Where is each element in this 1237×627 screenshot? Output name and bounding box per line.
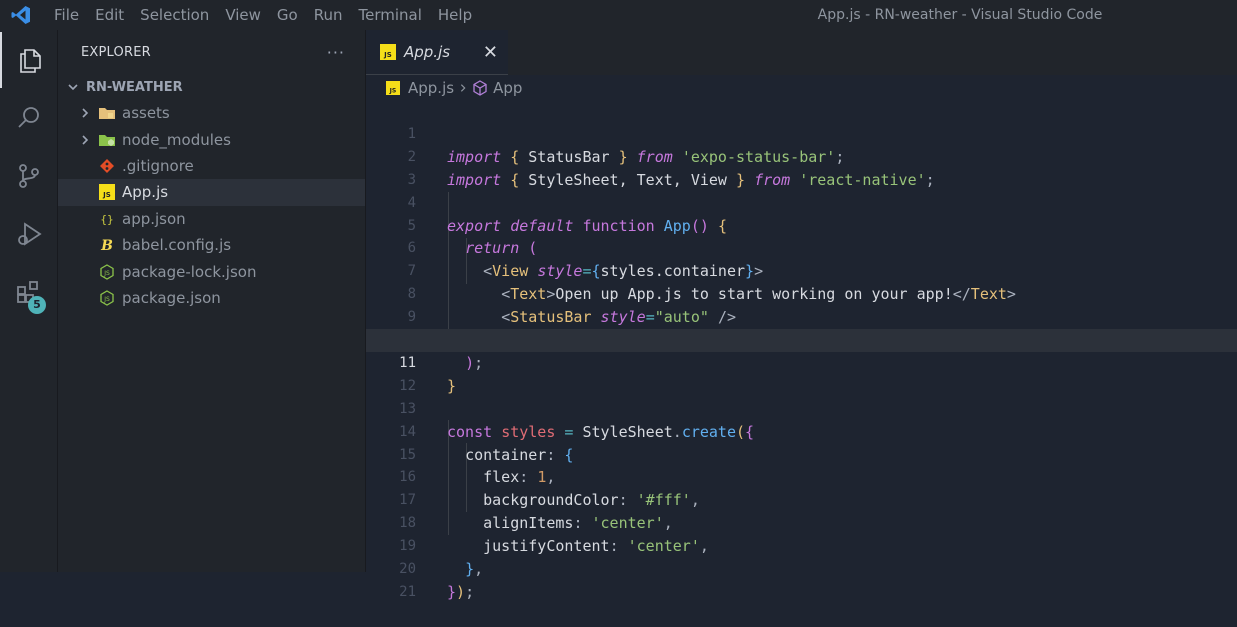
tree-item-babel-config[interactable]: B babel.config.js bbox=[58, 232, 365, 258]
code-line-current: 11 } bbox=[366, 329, 1237, 395]
title-bar: File Edit Selection View Go Run Terminal… bbox=[0, 0, 1237, 30]
tree-item-app-js[interactable]: JS App.js bbox=[58, 179, 365, 206]
code-line: 13 const styles = StyleSheet.create({ bbox=[366, 375, 1237, 441]
code-line: 19 }, bbox=[366, 512, 1237, 578]
tab-label: App.js bbox=[404, 43, 451, 61]
tree-item-label: assets bbox=[122, 104, 170, 123]
menu-go[interactable]: Go bbox=[269, 0, 306, 30]
tab-app-js[interactable]: JS App.js ✕ bbox=[366, 30, 508, 75]
svg-text:JS: JS bbox=[389, 87, 397, 94]
menu-help[interactable]: Help bbox=[430, 0, 480, 30]
tree-item-app-json[interactable]: {} app.json bbox=[58, 206, 365, 232]
window-title: App.js - RN-weather - Visual Studio Code bbox=[817, 7, 1103, 23]
tree-item-label: package.json bbox=[122, 288, 221, 307]
menu-edit[interactable]: Edit bbox=[87, 0, 132, 30]
menu-run[interactable]: Run bbox=[306, 0, 351, 30]
svg-text:JS: JS bbox=[102, 191, 111, 199]
menu-view[interactable]: View bbox=[217, 0, 269, 30]
tree-item-label: app.json bbox=[122, 209, 186, 228]
code-line: 21 bbox=[366, 558, 1237, 600]
menu-terminal[interactable]: Terminal bbox=[351, 0, 430, 30]
tree-item-assets[interactable]: assets bbox=[58, 100, 365, 126]
explorer-title: EXPLORER bbox=[81, 44, 151, 60]
cube-icon bbox=[472, 80, 488, 96]
explorer-sidebar: EXPLORER ··· RN-WEATHER assets node_modu… bbox=[58, 30, 366, 572]
node-icon: JS bbox=[98, 263, 116, 281]
svg-text:JS: JS bbox=[383, 51, 392, 59]
json-icon: {} bbox=[98, 210, 116, 228]
activity-bar: 5 bbox=[0, 30, 58, 572]
node-icon: JS bbox=[98, 289, 116, 307]
code-line: 17 alignItems: 'center', bbox=[366, 466, 1237, 532]
tree-item-package-json[interactable]: JS package.json bbox=[58, 285, 365, 311]
explorer-icon[interactable] bbox=[0, 32, 57, 88]
code-line: 2 import { StyleSheet, Text, View } from… bbox=[366, 123, 1237, 189]
search-icon[interactable] bbox=[0, 90, 57, 146]
tree-item-gitignore[interactable]: .gitignore bbox=[58, 153, 365, 179]
chevron-right-icon bbox=[458, 79, 468, 97]
tree-item-label: node_modules bbox=[122, 130, 231, 149]
svg-text:JS: JS bbox=[103, 270, 110, 277]
run-debug-icon[interactable] bbox=[0, 206, 57, 262]
editor-tab-bar: JS App.js ✕ bbox=[366, 30, 1237, 75]
code-line: 5 return ( bbox=[366, 192, 1237, 258]
close-icon[interactable]: ✕ bbox=[483, 42, 498, 63]
breadcrumb-symbol[interactable]: App bbox=[493, 79, 522, 97]
js-icon: JS bbox=[386, 81, 400, 95]
tree-item-package-lock[interactable]: JS package-lock.json bbox=[58, 258, 365, 284]
menu-selection[interactable]: Selection bbox=[132, 0, 217, 30]
extensions-icon[interactable]: 5 bbox=[0, 264, 57, 320]
code-line: 16 backgroundColor: '#fff', bbox=[366, 444, 1237, 509]
tree-item-label: .gitignore bbox=[122, 156, 194, 175]
code-line: 1 import { StatusBar } from 'expo-status… bbox=[366, 100, 1237, 166]
more-actions-icon[interactable]: ··· bbox=[327, 43, 345, 62]
breadcrumb-file[interactable]: App.js bbox=[408, 79, 454, 97]
svg-text:{}: {} bbox=[100, 213, 113, 226]
folder-node-icon bbox=[98, 131, 116, 149]
babel-icon: B bbox=[98, 236, 116, 254]
explorer-header: EXPLORER ··· bbox=[58, 30, 365, 74]
code-line: 10 ); bbox=[366, 306, 1237, 372]
git-icon bbox=[98, 157, 116, 175]
breadcrumb: JS App.js App bbox=[366, 75, 1237, 101]
root-folder-label: RN-WEATHER bbox=[86, 79, 183, 95]
code-editor[interactable]: 1 import { StatusBar } from 'expo-status… bbox=[366, 100, 1237, 601]
chevron-right-icon bbox=[76, 107, 94, 119]
code-line: 8 <StatusBar style="auto" /> bbox=[366, 260, 1237, 326]
code-line: 7 <Text>Open up App.js to start working … bbox=[366, 237, 1237, 303]
tree-item-node-modules[interactable]: node_modules bbox=[58, 126, 365, 152]
code-line: 3 bbox=[366, 146, 1237, 188]
tree-item-label: babel.config.js bbox=[122, 236, 232, 255]
js-icon: JS bbox=[380, 44, 396, 60]
chevron-down-icon bbox=[64, 81, 82, 93]
code-line: 20 }); bbox=[366, 535, 1237, 601]
code-line: 4 export default function App() { bbox=[366, 169, 1237, 235]
source-control-icon[interactable] bbox=[0, 148, 57, 204]
code-line: 15 flex: 1, bbox=[366, 421, 1237, 487]
svg-text:JS: JS bbox=[103, 296, 110, 303]
folder-assets-icon bbox=[98, 104, 116, 122]
code-line: 6 <View style={styles.container}> bbox=[366, 215, 1237, 280]
menu-file[interactable]: File bbox=[46, 0, 87, 30]
vscode-logo-icon bbox=[6, 0, 36, 30]
chevron-right-icon bbox=[76, 134, 94, 146]
svg-text:B: B bbox=[100, 238, 113, 253]
tree-item-label: App.js bbox=[122, 183, 169, 202]
extensions-badge: 5 bbox=[28, 296, 46, 314]
menu-bar: File Edit Selection View Go Run Terminal… bbox=[46, 0, 480, 30]
line-number: 21 bbox=[399, 583, 416, 600]
code-line: 9 </View> bbox=[366, 283, 1237, 349]
code-line: 18 justifyContent: 'center', bbox=[366, 489, 1237, 555]
js-icon: JS bbox=[98, 183, 116, 201]
root-folder[interactable]: RN-WEATHER bbox=[58, 74, 365, 100]
code-line: 14 container: { bbox=[366, 398, 1237, 464]
code-line: 12 bbox=[366, 352, 1237, 394]
tree-item-label: package-lock.json bbox=[122, 262, 257, 281]
